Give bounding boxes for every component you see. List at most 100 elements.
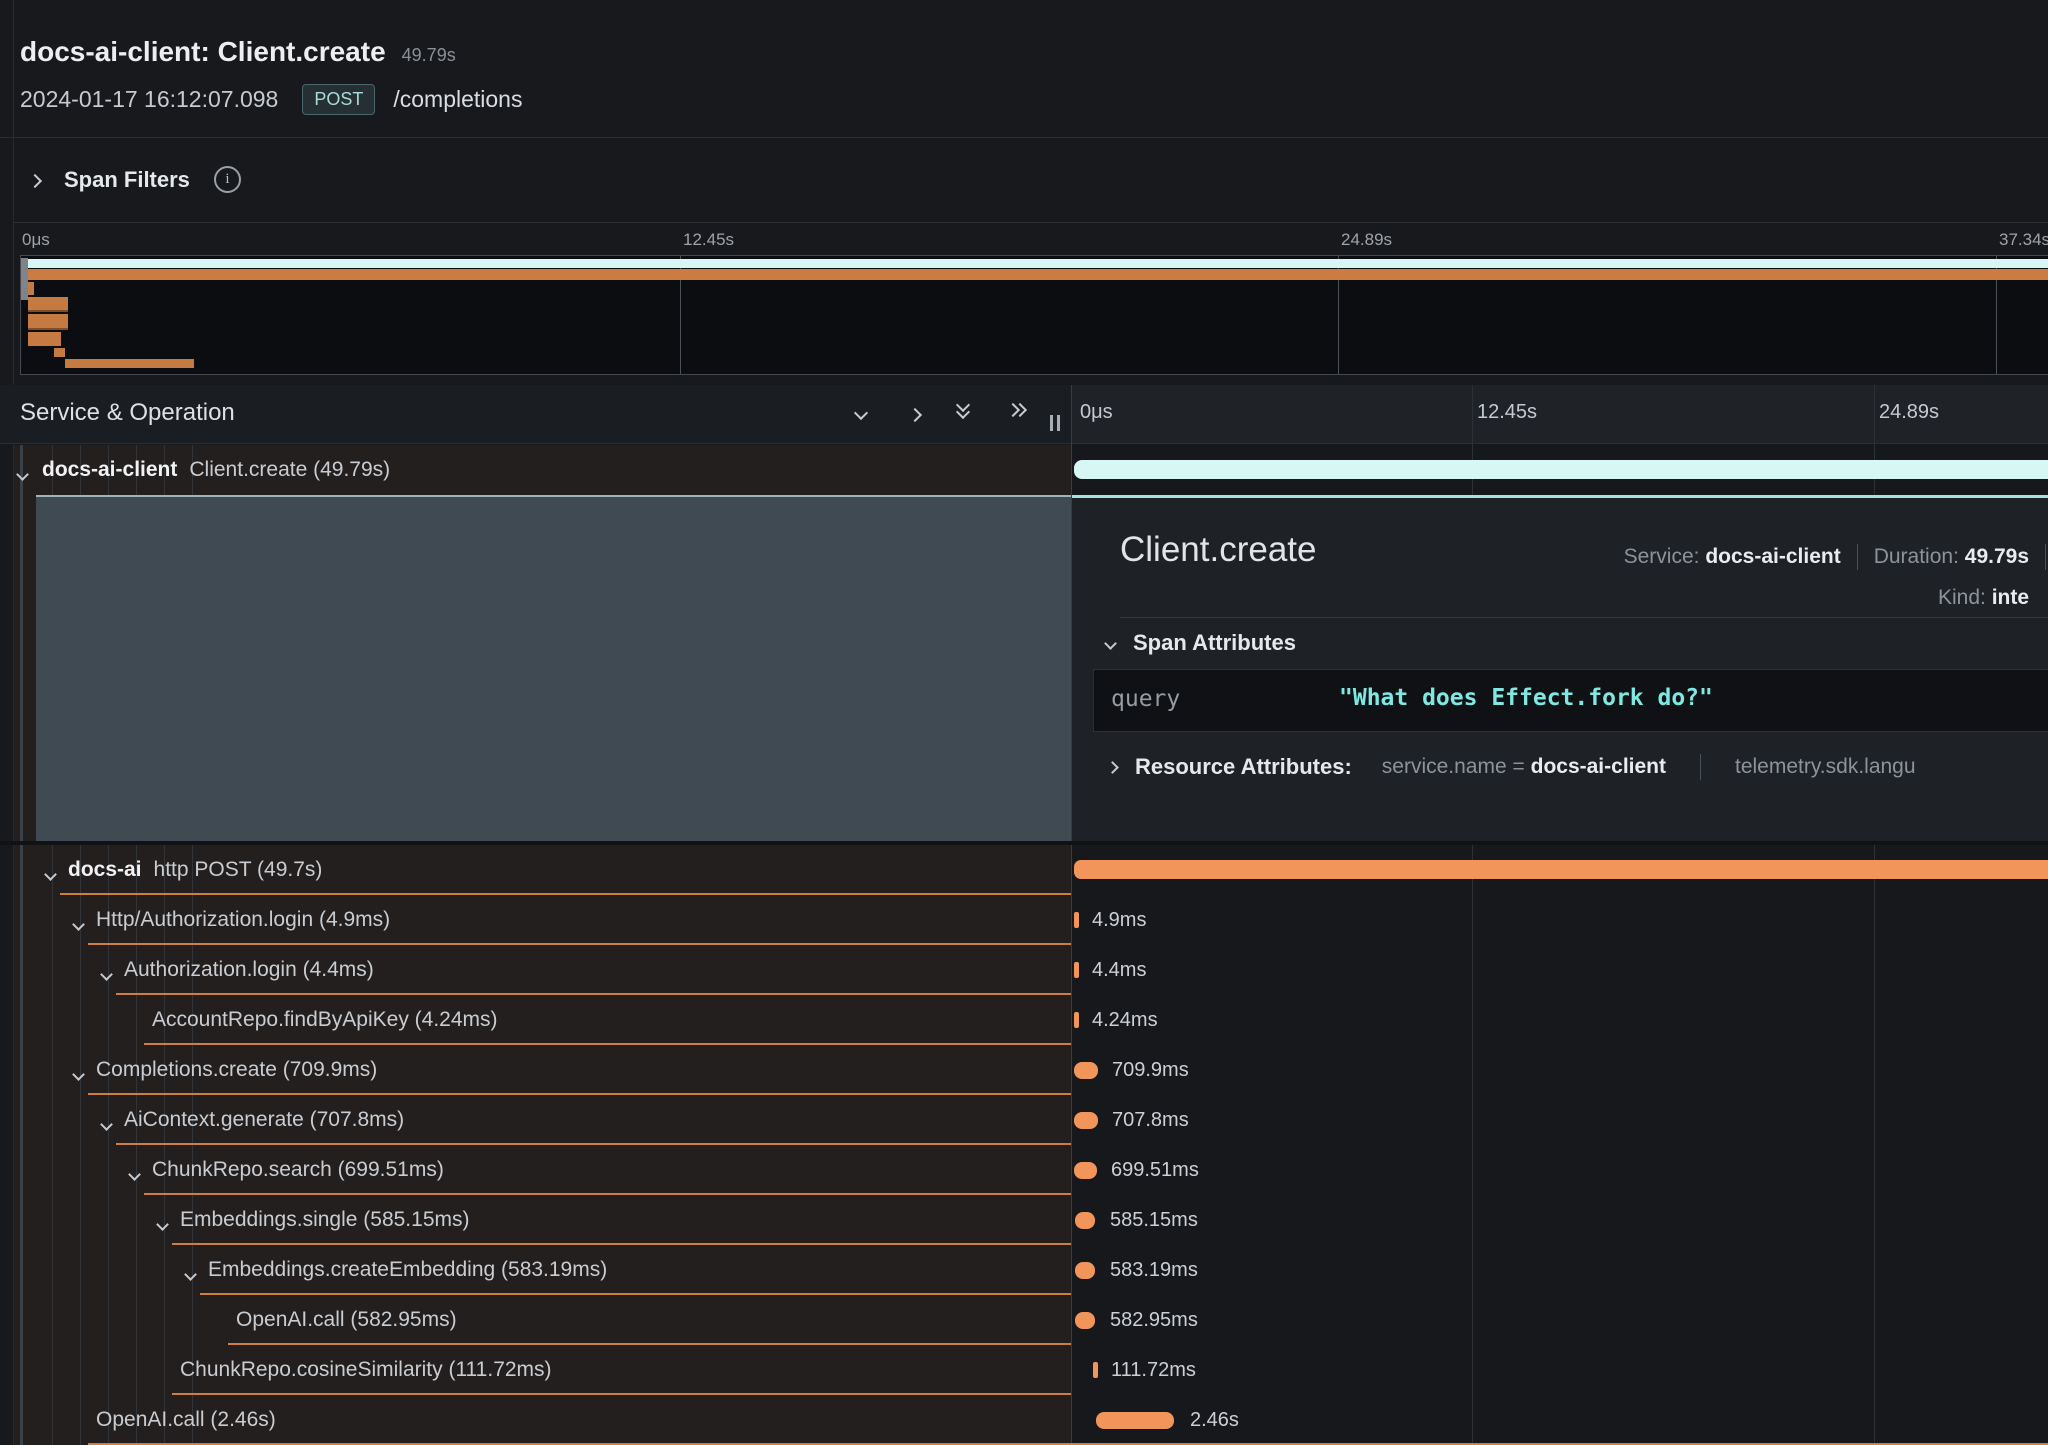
timeline-tick-label: 24.89s (1879, 401, 1939, 424)
span-bar[interactable] (1074, 860, 2048, 879)
minimap-span (65, 359, 194, 368)
http-method-badge: POST (302, 84, 375, 115)
detail-title: Client.create (1120, 530, 1316, 570)
span-operation: Client.create (49.79s) (189, 458, 390, 481)
span-row-root[interactable]: docs-ai-client Client.create (49.79s) (14, 445, 1071, 495)
span-filters-toggle[interactable]: Span Filters i (30, 166, 241, 193)
chevron-down-icon[interactable] (74, 916, 83, 934)
span-operation: OpenAI.call (582.95ms) (236, 1295, 457, 1345)
trace-subheader: 2024-01-17 16:12:07.098 POST /completion… (20, 84, 522, 115)
span-service-name: docs-ai-client (42, 458, 177, 481)
span-row[interactable]: ChunkRepo.search (699.51ms) (14, 1145, 1071, 1195)
chevron-down-icon[interactable] (186, 1266, 195, 1284)
span-operation: Authorization.login (4.4ms) (124, 945, 374, 995)
chevron-right-icon[interactable] (28, 173, 42, 187)
span-operation: OpenAI.call (2.46s) (96, 1395, 276, 1445)
span-operation: Embeddings.createEmbedding (583.19ms) (208, 1245, 607, 1295)
span-row[interactable]: Embeddings.single (585.15ms) (14, 1195, 1071, 1245)
chevron-down-icon[interactable] (1104, 637, 1117, 650)
request-path: /completions (393, 86, 522, 113)
span-duration-label: 4.9ms (1092, 895, 1146, 945)
span-duration-label: 582.95ms (1110, 1295, 1198, 1345)
chevron-down-icon[interactable] (856, 405, 866, 423)
span-bar[interactable] (1075, 1212, 1095, 1229)
span-attributes-toggle[interactable]: Span Attributes (1106, 630, 1296, 656)
span-row[interactable]: ChunkRepo.cosineSimilarity (111.72ms) (14, 1345, 1071, 1395)
trace-timestamp: 2024-01-17 16:12:07.098 (20, 86, 278, 113)
column-resizer-grip[interactable] (1050, 415, 1060, 431)
chevron-down-icon[interactable] (102, 966, 111, 984)
timeline-header: 0μs 12.45s 24.89s (1072, 385, 2048, 443)
span-duration-label: 709.9ms (1112, 1045, 1189, 1095)
chevron-down-icon[interactable] (130, 1166, 139, 1184)
span-filters-label: Span Filters (64, 167, 190, 193)
span-bar[interactable] (1074, 1012, 1079, 1028)
span-row[interactable]: AccountRepo.findByApiKey (4.24ms) (14, 995, 1071, 1045)
viewport-drag-handle[interactable] (21, 258, 28, 300)
info-icon[interactable]: i (214, 166, 241, 193)
span-bar[interactable] (1074, 962, 1079, 978)
span-bar[interactable] (1093, 1362, 1098, 1378)
service-value: docs-ai-client (1705, 545, 1840, 569)
minimap-span-http (28, 269, 2048, 280)
double-chevron-down-icon[interactable] (958, 400, 968, 417)
span-bar[interactable] (1074, 1112, 1098, 1129)
minimap-tick-label: 12.45s (683, 230, 734, 250)
chevron-down-icon[interactable] (158, 1216, 167, 1234)
minimap-span-root (28, 259, 2048, 268)
grid-header-divider (0, 443, 2048, 444)
double-chevron-right-icon[interactable] (1008, 405, 1025, 415)
chevron-down-icon[interactable] (46, 866, 55, 884)
page-title: docs-ai-client: Client.create (20, 36, 386, 67)
filters-divider (14, 222, 2048, 223)
resource-pair: service.name = docs-ai-client (1382, 755, 1666, 779)
span-row[interactable]: Authorization.login (4.4ms) (14, 945, 1071, 995)
attribute-key: query (1111, 686, 1180, 712)
span-operation: AccountRepo.findByApiKey (4.24ms) (152, 995, 498, 1045)
span-operation: ChunkRepo.cosineSimilarity (111.72ms) (180, 1345, 552, 1395)
span-bar[interactable] (1096, 1412, 1174, 1429)
span-duration-label: 4.4ms (1092, 945, 1146, 995)
span-operation: AiContext.generate (707.8ms) (124, 1095, 404, 1145)
span-duration-label: 585.15ms (1110, 1195, 1198, 1245)
span-row[interactable]: Completions.create (709.9ms) (14, 1045, 1071, 1095)
minimap-span (54, 348, 65, 357)
kind-value: inte (1992, 586, 2029, 609)
minimap-tick-label: 24.89s (1341, 230, 1392, 250)
span-bar[interactable] (1074, 1162, 1097, 1179)
column-header-label: Service & Operation (20, 399, 235, 427)
duration-value: 49.79s (1965, 545, 2029, 569)
chevron-right-icon[interactable] (1106, 761, 1119, 774)
timeline-tick-label: 12.45s (1477, 401, 1537, 424)
attribute-value: "What does Effect.fork do?" (1339, 685, 1713, 711)
span-bar[interactable] (1075, 1312, 1095, 1329)
span-bar-root[interactable] (1074, 460, 2048, 479)
timeline-tick-label: 0μs (1080, 401, 1113, 424)
chevron-down-icon[interactable] (18, 466, 27, 484)
span-service-name: docs-ai (68, 858, 142, 881)
span-row[interactable]: OpenAI.call (582.95ms) (14, 1295, 1071, 1345)
chevron-right-icon[interactable] (910, 407, 920, 425)
chevron-down-icon[interactable] (74, 1066, 83, 1084)
chevron-down-icon[interactable] (102, 1116, 111, 1134)
span-row[interactable]: OpenAI.call (2.46s) (14, 1395, 1071, 1445)
span-detail-spacer (36, 495, 1071, 843)
trace-header: docs-ai-client: Client.create49.79s (20, 36, 456, 68)
span-row[interactable]: Http/Authorization.login (4.9ms) (14, 895, 1071, 945)
span-row[interactable]: Embeddings.createEmbedding (583.19ms) (14, 1245, 1071, 1295)
span-bar[interactable] (1074, 1062, 1098, 1079)
span-operation: http POST (49.7s) (154, 858, 323, 881)
span-row[interactable]: AiContext.generate (707.8ms) (14, 1095, 1071, 1145)
span-bar[interactable] (1074, 912, 1079, 928)
span-duration-label: 2.46s (1190, 1395, 1239, 1445)
resource-attributes-label: Resource Attributes: (1135, 754, 1352, 780)
trace-minimap[interactable] (20, 255, 2048, 375)
minimap-span (28, 282, 34, 295)
span-operation: Http/Authorization.login (4.9ms) (96, 895, 390, 945)
span-operation: ChunkRepo.search (699.51ms) (152, 1145, 444, 1195)
span-bar[interactable] (1075, 1262, 1095, 1279)
resource-attributes-toggle[interactable]: Resource Attributes: service.name = docs… (1108, 754, 1916, 780)
span-duration-label: 699.51ms (1111, 1145, 1199, 1195)
minimap-span (28, 297, 68, 312)
span-row[interactable]: docs-ai http POST (49.7s) (14, 845, 1071, 895)
